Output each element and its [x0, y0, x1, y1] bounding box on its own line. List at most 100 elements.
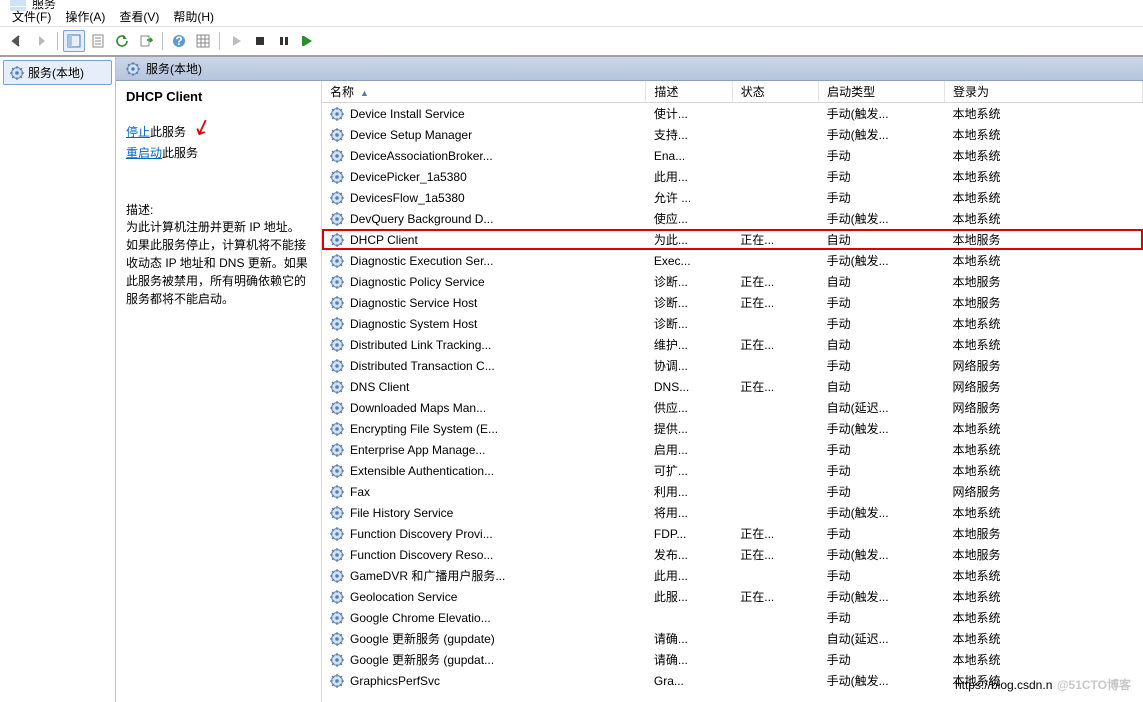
table-row[interactable]: Google 更新服务 (gupdate)请确...自动(延迟...本地系统 [322, 628, 1143, 649]
cell-status [732, 355, 818, 376]
gear-icon [330, 485, 344, 499]
table-row[interactable]: Function Discovery Provi...FDP...正在...手动… [322, 523, 1143, 544]
cell-name: Fax [350, 485, 370, 499]
cell-status [732, 103, 818, 125]
cell-name: Google 更新服务 (gupdate) [350, 632, 495, 646]
cell-logon: 网络服务 [945, 481, 1143, 502]
cell-status [732, 187, 818, 208]
export-button[interactable] [135, 30, 157, 52]
cell-status: 正在... [732, 334, 818, 355]
menu-view[interactable]: 查看(V) [113, 6, 165, 27]
gear-icon [330, 464, 344, 478]
table-row[interactable]: DevQuery Background D...使应...手动(触发...本地系… [322, 208, 1143, 229]
menu-file[interactable]: 文件(F) [6, 6, 57, 27]
table-row[interactable]: Diagnostic Service Host诊断...正在...手动本地服务 [322, 292, 1143, 313]
table-row[interactable]: DHCP Client为此...正在...自动本地服务 [322, 229, 1143, 250]
table-row[interactable]: Distributed Link Tracking...维护...正在...自动… [322, 334, 1143, 355]
arrow-annotation: ↙ [189, 112, 215, 143]
cell-desc: 此用... [646, 565, 732, 586]
forward-button[interactable] [30, 30, 52, 52]
cell-status [732, 397, 818, 418]
table-row[interactable]: Diagnostic System Host诊断...手动本地系统 [322, 313, 1143, 334]
stop-service-button[interactable] [249, 30, 271, 52]
cell-startup: 自动 [819, 334, 945, 355]
toolbar: ? [0, 26, 1143, 56]
gear-icon [330, 611, 344, 625]
table-row[interactable]: Device Install Service使计...手动(触发...本地系统 [322, 103, 1143, 125]
table-row[interactable]: Downloaded Maps Man...供应...自动(延迟...网络服务 [322, 397, 1143, 418]
table-row[interactable]: Fax利用...手动网络服务 [322, 481, 1143, 502]
table-row[interactable]: DevicesFlow_1a5380允许 ...手动本地系统 [322, 187, 1143, 208]
gear-icon [330, 401, 344, 415]
cell-desc: 此用... [646, 166, 732, 187]
table-row[interactable]: Distributed Transaction C...协调...手动网络服务 [322, 355, 1143, 376]
cell-startup: 手动 [819, 523, 945, 544]
table-row[interactable]: Enterprise App Manage...启用...手动本地系统 [322, 439, 1143, 460]
cell-status: 正在... [732, 523, 818, 544]
cell-status: 正在... [732, 292, 818, 313]
table-row[interactable]: File History Service将用...手动(触发...本地系统 [322, 502, 1143, 523]
separator [219, 32, 220, 50]
table-row[interactable]: Geolocation Service此服...正在...手动(触发...本地系… [322, 586, 1143, 607]
cell-logon: 本地系统 [945, 187, 1143, 208]
gear-icon [330, 149, 344, 163]
help-button[interactable]: ? [168, 30, 190, 52]
gear-icon [10, 66, 24, 80]
grid-button[interactable] [192, 30, 214, 52]
table-row[interactable]: Extensible Authentication...可扩...手动本地系统 [322, 460, 1143, 481]
refresh-button[interactable] [111, 30, 133, 52]
table-row[interactable]: Google Chrome Elevatio...手动本地系统 [322, 607, 1143, 628]
cell-desc: Exec... [646, 250, 732, 271]
description-text: 为此计算机注册并更新 IP 地址。如果此服务停止，计算机将不能接收动态 IP 地… [126, 218, 311, 308]
cell-status [732, 124, 818, 145]
col-startup[interactable]: 启动类型 [819, 81, 945, 103]
table-row[interactable]: Google 更新服务 (gupdat...请确...手动本地系统 [322, 649, 1143, 670]
col-desc[interactable]: 描述 [646, 81, 732, 103]
menu-action[interactable]: 操作(A) [59, 6, 111, 27]
cell-desc: 请确... [646, 628, 732, 649]
cell-startup: 手动(触发... [819, 103, 945, 125]
service-list[interactable]: 名称▲ 描述 状态 启动类型 登录为 Device Install Servic… [322, 81, 1143, 702]
cell-startup: 手动 [819, 607, 945, 628]
table-row[interactable]: GameDVR 和广播用户服务...此用...手动本地系统 [322, 565, 1143, 586]
cell-logon: 本地系统 [945, 124, 1143, 145]
properties-button[interactable] [87, 30, 109, 52]
table-row[interactable]: DevicePicker_1a5380此用...手动本地系统 [322, 166, 1143, 187]
cell-name: GameDVR 和广播用户服务... [350, 569, 505, 583]
restart-link[interactable]: 重启动 [126, 146, 162, 160]
content: DHCP Client 停止此服务 ↙ 重启动此服务 描述: 为此计算机注册并更… [116, 81, 1143, 702]
table-row[interactable]: DeviceAssociationBroker...Ena...手动本地系统 [322, 145, 1143, 166]
cell-logon: 本地系统 [945, 208, 1143, 229]
table-row[interactable]: Device Setup Manager支持...手动(触发...本地系统 [322, 124, 1143, 145]
cell-logon: 本地系统 [945, 334, 1143, 355]
table-row[interactable]: Diagnostic Execution Ser...Exec...手动(触发.… [322, 250, 1143, 271]
nav-services-local[interactable]: 服务(本地) [3, 60, 112, 85]
gear-icon [330, 212, 344, 226]
table-row[interactable]: DNS ClientDNS...正在...自动网络服务 [322, 376, 1143, 397]
pause-service-button[interactable] [273, 30, 295, 52]
cell-status: 正在... [732, 229, 818, 250]
table-row[interactable]: Encrypting File System (E...提供...手动(触发..… [322, 418, 1143, 439]
menu-help[interactable]: 帮助(H) [167, 6, 220, 27]
back-button[interactable] [6, 30, 28, 52]
cell-startup: 自动(延迟... [819, 397, 945, 418]
cell-startup: 手动 [819, 649, 945, 670]
cell-logon: 本地系统 [945, 565, 1143, 586]
col-logon[interactable]: 登录为 [945, 81, 1143, 103]
cell-desc: 支持... [646, 124, 732, 145]
cell-status [732, 439, 818, 460]
cell-name: DevQuery Background D... [350, 212, 493, 226]
col-status[interactable]: 状态 [732, 81, 818, 103]
gear-icon [330, 548, 344, 562]
start-service-button[interactable] [225, 30, 247, 52]
table-row[interactable]: GraphicsPerfSvcGra...手动(触发...本地系统 [322, 670, 1143, 691]
cell-startup: 手动 [819, 292, 945, 313]
show-hide-tree-button[interactable] [63, 30, 85, 52]
stop-link[interactable]: 停止 [126, 125, 150, 139]
table-row[interactable]: Function Discovery Reso...发布...正在...手动(触… [322, 544, 1143, 565]
cell-startup: 手动(触发... [819, 544, 945, 565]
restart-service-button[interactable] [297, 30, 319, 52]
col-name[interactable]: 名称▲ [322, 81, 646, 103]
gear-icon [330, 233, 344, 247]
table-row[interactable]: Diagnostic Policy Service诊断...正在...自动本地服… [322, 271, 1143, 292]
